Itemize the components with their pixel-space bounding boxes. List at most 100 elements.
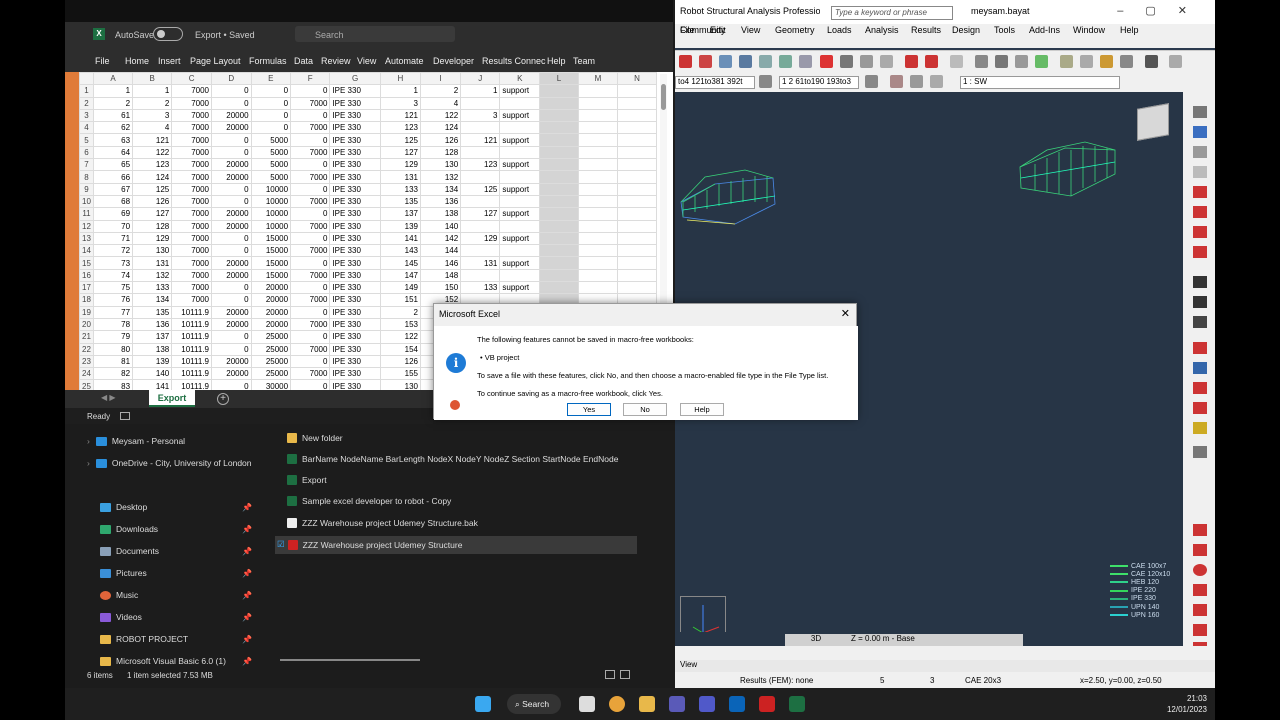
robot-menu-loads[interactable]: Loads [827,25,852,35]
cell[interactable]: IPE 330 [329,317,381,332]
paste-icon[interactable] [880,55,893,68]
row-header[interactable]: 8 [79,170,94,184]
cell[interactable] [577,158,618,172]
cut-icon[interactable] [840,55,853,68]
tiles-view-icon[interactable] [620,670,630,679]
robot-app-icon[interactable] [759,696,775,712]
row-header[interactable]: 6 [79,145,94,160]
autosave-toggle[interactable] [153,27,183,41]
cell[interactable]: 0 [211,84,252,98]
cell[interactable]: 76 [92,293,134,307]
cell[interactable]: 15000 [250,231,292,246]
cell[interactable]: 20000 [211,354,252,369]
cell[interactable] [616,219,657,233]
cell[interactable] [616,268,657,283]
cell[interactable]: 0 [211,281,252,295]
file-item[interactable]: New folder [287,433,343,443]
cell[interactable]: 138 [419,207,462,221]
cell[interactable]: 20000 [211,256,252,270]
cables-icon[interactable] [1193,296,1207,308]
cell[interactable]: 0 [211,194,252,209]
cell[interactable] [460,145,501,160]
load-case-select[interactable]: 1 : SW [960,76,1120,89]
cell[interactable]: 7000 [171,281,212,295]
cell[interactable]: 20000 [211,158,252,172]
display-icon[interactable] [890,75,903,88]
cell[interactable]: 20000 [211,268,252,283]
cell[interactable] [539,121,579,135]
cell[interactable]: 134 [419,182,462,196]
cell[interactable] [616,182,657,196]
column-header[interactable]: J [460,72,501,86]
cell[interactable]: 7000 [290,194,331,209]
cell[interactable]: 135 [379,194,421,209]
cell[interactable]: 0 [211,293,252,307]
nodes-icon[interactable] [1193,126,1207,138]
cell[interactable]: 79 [92,330,134,344]
robot-menu-geometry[interactable]: Geometry [775,25,815,35]
cell[interactable]: 137 [379,207,421,221]
cell[interactable] [577,219,618,233]
help-icon[interactable] [1120,55,1133,68]
cell[interactable]: 139 [379,219,421,233]
cell[interactable]: IPE 330 [329,281,381,295]
tab-developer[interactable]: Developer [433,56,474,66]
cell[interactable]: 0 [290,182,331,196]
cell[interactable]: 136 [419,194,462,209]
cell[interactable] [577,194,618,209]
diagram-icon[interactable] [1193,402,1207,414]
row-header[interactable]: 22 [79,342,94,356]
cell[interactable]: 0 [211,96,252,110]
cell[interactable]: 127 [460,207,501,221]
cell[interactable]: 0 [211,145,252,160]
view-cube[interactable] [1137,103,1169,141]
cell[interactable]: 138 [132,342,173,356]
cell[interactable] [577,108,618,123]
cell[interactable]: 141 [379,231,421,246]
document-title[interactable]: Export • Saved [195,30,255,40]
cell[interactable]: 131 [132,256,173,270]
nav-item-desktop[interactable]: Desktop [100,502,147,512]
teams-icon[interactable] [699,696,715,712]
row-header[interactable]: 13 [79,231,94,246]
cell[interactable]: 7000 [171,133,212,147]
cell[interactable]: 61 [92,108,134,123]
sheet-tab-export[interactable]: Export [149,390,195,407]
row-header[interactable]: 7 [79,158,94,172]
cell[interactable]: IPE 330 [329,305,381,319]
cell[interactable]: 7000 [171,207,212,221]
cell[interactable]: 131 [460,256,501,270]
robot-menu-design[interactable]: Design [952,25,980,35]
tools-icon[interactable] [1100,55,1113,68]
tab-team[interactable]: Team [573,56,595,66]
cell[interactable]: 0 [211,379,252,390]
cell[interactable]: IPE 330 [329,219,381,233]
select-all-corner[interactable] [79,72,94,86]
row-header[interactable]: 17 [79,281,94,295]
close-icon[interactable]: ✕ [841,307,850,320]
cell[interactable]: 0 [211,330,252,344]
cell[interactable]: 5000 [250,145,292,160]
cell[interactable] [499,170,541,184]
cell[interactable]: 7000 [290,268,331,283]
cell[interactable]: IPE 330 [329,108,381,123]
table-icon[interactable] [799,55,812,68]
row-header[interactable]: 5 [79,133,94,147]
cell[interactable]: 121 [460,133,501,147]
column-header[interactable]: M [577,72,618,86]
nav-item-onedrive[interactable]: › OneDrive - City, University of London [87,458,252,468]
cell[interactable]: 0 [290,379,331,390]
load-icon[interactable] [1193,342,1207,354]
cell[interactable]: 0 [290,207,331,221]
cell[interactable]: 5000 [250,158,292,172]
cell[interactable] [499,145,541,160]
cell[interactable]: 20000 [211,121,252,135]
cell[interactable]: 10111.9 [171,354,212,369]
cell[interactable]: 0 [290,281,331,295]
rectangle-icon[interactable] [1193,584,1207,596]
cell[interactable] [499,244,541,258]
tab-3d[interactable]: 3D [785,634,847,646]
robot-menu-help[interactable]: Help [1120,25,1139,35]
cell[interactable] [616,170,657,184]
cell[interactable]: 2 [419,84,462,98]
